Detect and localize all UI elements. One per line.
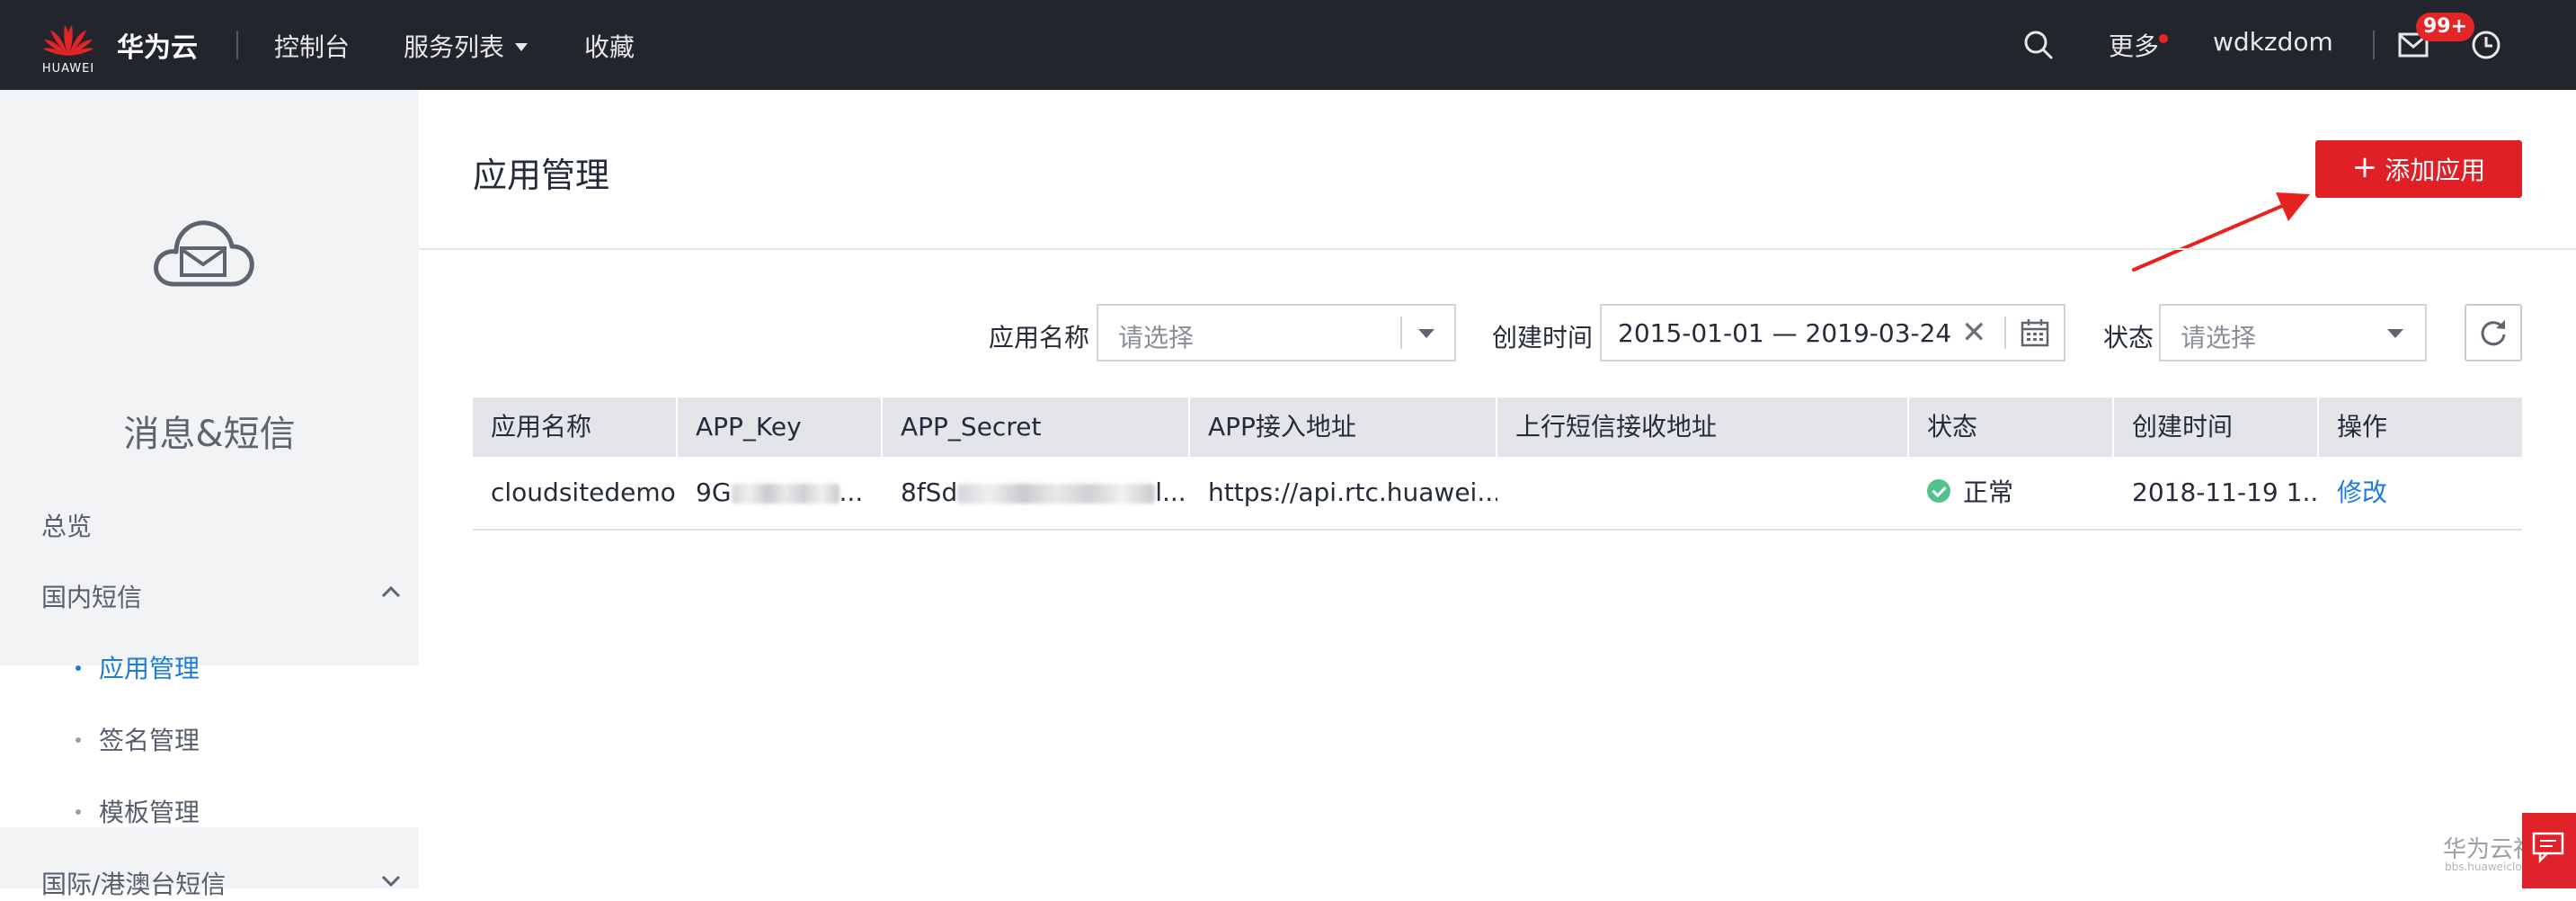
table-header: 应用名称 APP_Key APP_Secret APP接入地址 上行短信接收地址… xyxy=(473,397,2522,457)
date-range-input[interactable]: 2015-01-01 — 2019-03-24 ✕ xyxy=(1600,304,2065,361)
sidebar-item-app-management[interactable]: 应用管理 xyxy=(99,649,200,685)
status-select[interactable]: 请选择 xyxy=(2159,304,2427,361)
add-app-button[interactable]: + 添加应用 xyxy=(2315,140,2522,198)
status-placeholder: 请选择 xyxy=(2181,323,2257,352)
search-icon xyxy=(2024,31,2053,59)
more-notify-dot xyxy=(2159,34,2168,43)
caret-down-icon xyxy=(1418,329,1435,338)
logo-text: HUAWEI xyxy=(41,62,95,76)
title-divider xyxy=(419,248,2576,250)
huawei-logo[interactable]: HUAWEI xyxy=(40,16,97,76)
filter-created-label: 创建时间 xyxy=(1492,323,1594,352)
cell-app-secret: 8fSd l... xyxy=(883,457,1190,529)
add-app-label: 添加应用 xyxy=(2385,156,2486,185)
column-header: 上行短信接收地址 xyxy=(1497,397,1909,457)
history-button[interactable] xyxy=(2470,29,2502,65)
nav-service-list[interactable]: 服务列表 xyxy=(404,28,529,64)
app-name-select[interactable]: 请选择 xyxy=(1097,304,1456,361)
bullet-dot xyxy=(76,809,81,815)
blurred-secret xyxy=(957,484,1156,504)
cell-app-name: cloudsitedemo xyxy=(491,477,676,507)
app-secret-prefix: 8fSd xyxy=(901,477,958,507)
clock-icon xyxy=(2472,31,2500,59)
sidebar-item-template-management[interactable]: 模板管理 xyxy=(99,793,200,829)
huawei-logo-icon xyxy=(43,25,93,56)
refresh-button[interactable] xyxy=(2465,304,2522,361)
clear-icon[interactable]: ✕ xyxy=(1961,315,1987,351)
filter-app-name-label: 应用名称 xyxy=(989,323,1090,352)
sidebar-section-international-sms[interactable]: 国际/港澳台短信 xyxy=(41,865,226,901)
chevron-down-icon xyxy=(515,42,529,51)
column-header: 创建时间 xyxy=(2114,397,2319,457)
app-secret-suffix: l... xyxy=(1155,477,1186,507)
nav-divider xyxy=(236,31,238,59)
username[interactable]: wdkzdom xyxy=(2213,27,2333,57)
column-header: 状态 xyxy=(1909,397,2114,457)
sidebar: 消息&短信 总览 国内短信 应用管理 签名管理 模板管理 国际/港澳台短信 xyxy=(0,90,419,899)
cloud-mail-icon xyxy=(151,212,255,293)
column-header: APP接入地址 xyxy=(1190,397,1497,457)
message-badge: 99+ xyxy=(2416,13,2475,41)
page-title: 应用管理 xyxy=(473,156,610,195)
table-row: cloudsitedemo 9G... 8fSd l... https://api… xyxy=(473,457,2522,531)
select-divider xyxy=(1400,317,1402,349)
cell-created: 2018-11-19 1... xyxy=(2132,477,2319,507)
column-header: APP_Key xyxy=(678,397,883,457)
column-header: 操作 xyxy=(2337,412,2388,442)
feedback-icon xyxy=(2532,832,2564,863)
caret-down-icon xyxy=(2387,329,2403,338)
search-button[interactable] xyxy=(2022,29,2055,65)
submenu-bg xyxy=(0,665,419,827)
status-ok-icon xyxy=(1927,479,1950,503)
nav-divider-right xyxy=(2373,31,2375,59)
sidebar-item-overview[interactable]: 总览 xyxy=(41,507,92,543)
blurred-key xyxy=(731,484,839,504)
chevron-down-icon[interactable] xyxy=(381,874,401,891)
app-key-suffix: ... xyxy=(839,477,864,507)
edit-link[interactable]: 修改 xyxy=(2319,457,2522,529)
calendar-icon[interactable] xyxy=(2021,318,2049,351)
active-dot xyxy=(76,665,81,671)
sidebar-item-signature-management[interactable]: 签名管理 xyxy=(99,721,200,757)
cell-uplink-url xyxy=(1497,457,1909,529)
column-header: APP_Secret xyxy=(883,397,1190,457)
brand-name[interactable]: 华为云 xyxy=(117,25,198,65)
top-nav: HUAWEI 华为云 控制台 服务列表 收藏 更多 wdkzdom 99+ xyxy=(0,0,2576,90)
more-menu[interactable]: 更多 xyxy=(2109,27,2159,63)
plus-icon: + xyxy=(2351,149,2378,185)
feedback-button[interactable] xyxy=(2522,813,2576,888)
app-key-prefix: 9G xyxy=(696,477,732,507)
bullet-dot xyxy=(76,737,81,743)
nav-console[interactable]: 控制台 xyxy=(274,28,350,64)
cell-access-url: https://api.rtc.huawei... xyxy=(1208,477,1497,507)
filter-status-label: 状态 xyxy=(2103,323,2154,352)
nav-favorites[interactable]: 收藏 xyxy=(584,28,635,64)
sidebar-section-domestic-sms[interactable]: 国内短信 xyxy=(41,578,142,614)
annotation-arrow-icon xyxy=(2132,192,2310,272)
status-text: 正常 xyxy=(1963,477,2014,507)
date-divider xyxy=(2004,317,2006,349)
nav-service-list-label: 服务列表 xyxy=(404,32,505,62)
refresh-icon xyxy=(2481,320,2506,346)
date-range-value: 2015-01-01 — 2019-03-24 xyxy=(1618,318,1952,348)
app-name-placeholder: 请选择 xyxy=(1118,323,1195,352)
chevron-up-icon[interactable] xyxy=(381,584,401,602)
product-name: 消息&短信 xyxy=(123,414,296,455)
column-header: 应用名称 xyxy=(473,397,678,457)
cell-status: 正常 xyxy=(1909,457,2114,529)
cell-app-key: 9G... xyxy=(678,457,883,529)
